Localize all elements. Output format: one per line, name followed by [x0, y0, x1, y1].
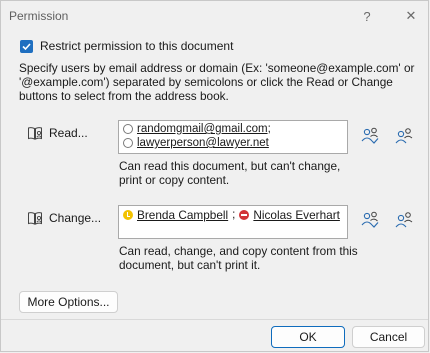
change-users-field[interactable]: Brenda Campbell ; Nicolas Everhart	[118, 205, 348, 239]
address-book-icon	[28, 127, 42, 140]
change-button-label: Change...	[49, 211, 102, 225]
presence-away-icon	[123, 210, 133, 220]
restrict-permission-label: Restrict permission to this document	[40, 39, 234, 53]
help-icon[interactable]: ?	[355, 5, 379, 27]
checkmark-icon	[22, 42, 31, 50]
change-person[interactable]: Brenda Campbell	[123, 208, 228, 222]
entry-separator: ;	[267, 123, 271, 135]
restrict-permission-checkbox-row[interactable]: Restrict permission to this document	[20, 39, 233, 53]
read-entry-email[interactable]: lawyerperson@lawyer.net	[137, 137, 269, 149]
instructions-text: Specify users by email address or domain…	[19, 61, 415, 103]
read-button-label: Read...	[49, 126, 88, 140]
read-entry[interactable]: lawyerperson@lawyer.net	[123, 137, 269, 149]
entry-separator: ;	[232, 209, 236, 221]
cancel-button[interactable]: Cancel	[352, 326, 425, 348]
add-people-icon[interactable]	[394, 209, 416, 231]
change-person[interactable]: Nicolas Everhart	[239, 208, 340, 222]
change-people-line: Brenda Campbell ; Nicolas Everhart	[123, 208, 344, 222]
title-bar: Permission ? ✕	[1, 1, 428, 31]
read-button[interactable]: Read...	[27, 122, 88, 144]
footer-divider	[1, 319, 428, 320]
read-entry[interactable]: randomgmail@gmail.com ;	[123, 123, 271, 135]
read-users-field[interactable]: randomgmail@gmail.com ; lawyerperson@law…	[118, 120, 348, 154]
permission-dialog: Permission ? ✕ Restrict permission to th…	[0, 0, 429, 352]
presence-busy-icon	[239, 210, 250, 220]
dialog-title: Permission	[9, 9, 69, 23]
change-description: Can read, change, and copy content from …	[119, 244, 358, 272]
ok-button[interactable]: OK	[271, 326, 345, 348]
restrict-permission-checkbox[interactable]	[20, 39, 33, 53]
add-people-icon[interactable]	[394, 125, 416, 147]
check-names-icon[interactable]	[359, 209, 381, 231]
presence-unknown-icon	[123, 124, 133, 134]
close-icon[interactable]: ✕	[399, 5, 423, 27]
read-entry-email[interactable]: randomgmail@gmail.com	[137, 123, 268, 135]
read-description: Can read this document, but can't change…	[119, 159, 341, 187]
change-button[interactable]: Change...	[27, 207, 101, 229]
change-person-name[interactable]: Brenda Campbell	[137, 208, 228, 222]
change-person-name[interactable]: Nicolas Everhart	[253, 208, 340, 222]
more-options-button[interactable]: More Options...	[19, 291, 118, 313]
presence-unknown-icon	[123, 138, 133, 148]
check-names-icon[interactable]	[359, 125, 381, 147]
address-book-icon	[28, 212, 42, 225]
